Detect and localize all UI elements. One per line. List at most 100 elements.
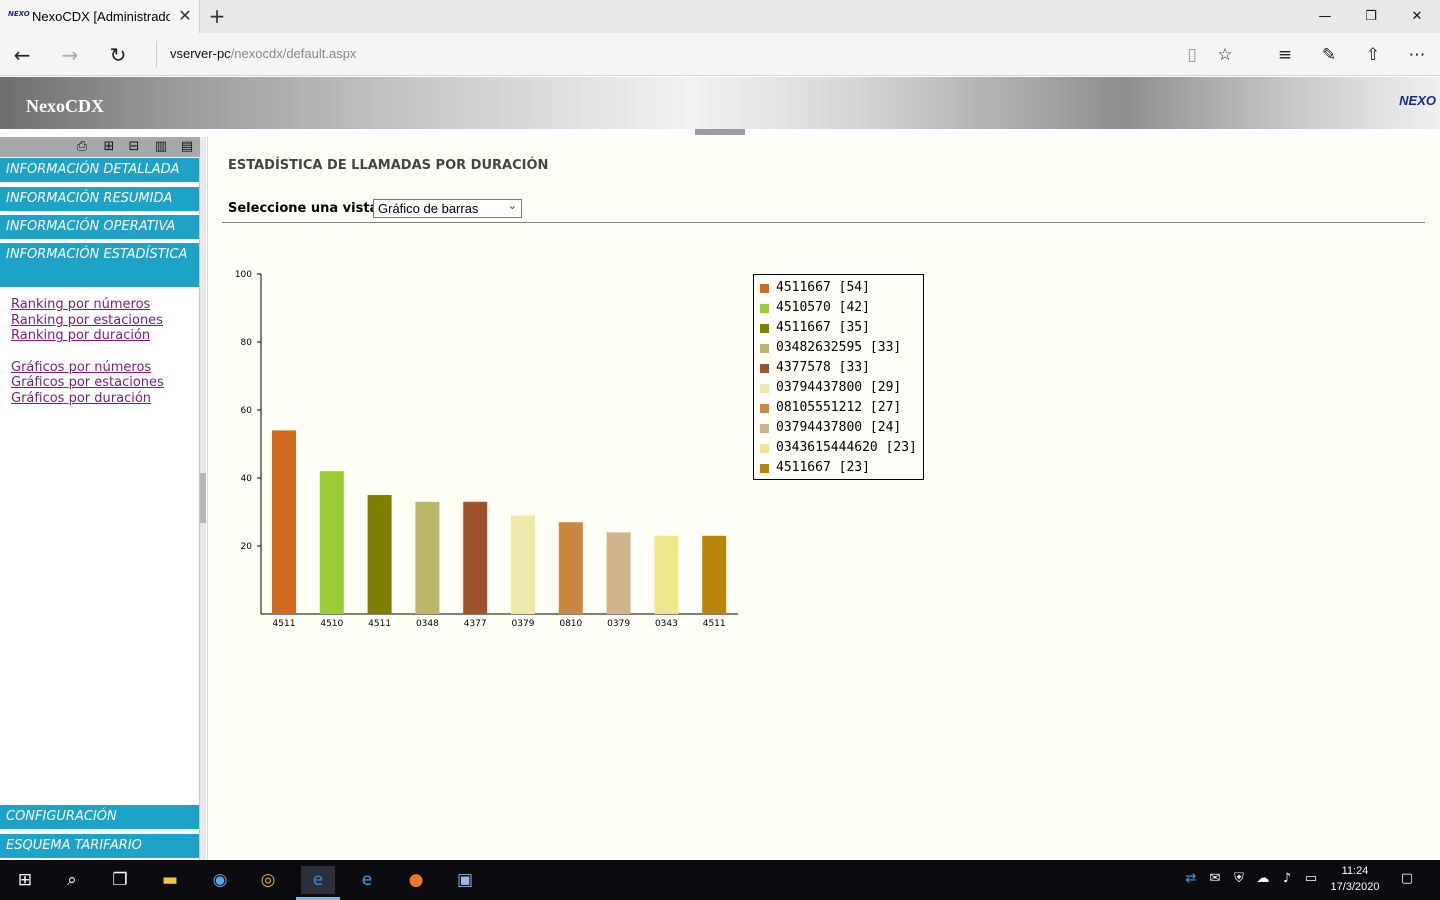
book-icon[interactable]: ▥ xyxy=(151,138,171,156)
chart-legend: 4511667 [54] 4510570 [42] 4511667 [35] 0348… xyxy=(753,274,924,480)
legend-swatch xyxy=(760,344,769,353)
notifications-icon[interactable]: ▢ xyxy=(1398,871,1416,889)
x-tick-label: 4511 xyxy=(368,619,391,629)
link-ranking-duracion[interactable]: Ranking por duración xyxy=(11,328,150,343)
mail-app-icon[interactable]: ◉ xyxy=(203,866,237,894)
sidebar-scrollbar-thumb[interactable] xyxy=(200,473,206,523)
start-icon[interactable]: ⊞ xyxy=(8,866,42,894)
hub-icon[interactable]: ≡ xyxy=(1272,42,1298,68)
legend-swatch xyxy=(760,404,769,413)
y-tick-label: 60 xyxy=(241,406,253,416)
tab-title: NexoCDX [Administrador] xyxy=(32,9,170,24)
teamviewer-icon[interactable]: ⇄ xyxy=(1182,871,1200,889)
nexo-logo: NEXO xyxy=(1399,93,1436,108)
link-ranking-numeros[interactable]: Ranking por números xyxy=(11,297,150,312)
legend-label: 03794437800 [29] xyxy=(776,380,902,395)
share-icon[interactable]: ⇧ xyxy=(1360,42,1386,68)
url-path: /nexocdx/default.aspx xyxy=(230,46,357,61)
tab-close-icon[interactable]: ✕ xyxy=(176,6,194,26)
legend-label: 4511667 [54] xyxy=(776,280,870,295)
bar xyxy=(511,515,535,614)
legend-swatch xyxy=(760,464,769,473)
network-tray-icon[interactable]: ▭ xyxy=(1302,871,1320,889)
sidebar-item-esquema-tarifario[interactable]: ESQUEMA TARIFARIO xyxy=(0,834,199,859)
mail-tray-icon[interactable]: ✉ xyxy=(1206,871,1224,889)
reading-view-icon[interactable]: ▯ xyxy=(1179,42,1205,68)
legend-label: 4377578 [33] xyxy=(776,360,870,375)
back-icon[interactable]: ← xyxy=(8,41,36,69)
clock-date: 17/3/2020 xyxy=(1330,881,1380,893)
legend-label: 4511667 [35] xyxy=(776,320,870,335)
app-header: NexoCDX NEXO xyxy=(0,77,1440,129)
bar xyxy=(654,535,679,614)
link-graficos-estaciones[interactable]: Gráficos por estaciones xyxy=(11,375,164,390)
more-icon[interactable]: ⋯ xyxy=(1404,42,1430,68)
legend-swatch xyxy=(760,424,769,433)
edge-icon[interactable]: e xyxy=(301,866,335,894)
favorite-star-icon[interactable]: ☆ xyxy=(1212,42,1238,68)
notes-icon[interactable]: ▤ xyxy=(177,138,197,156)
sidebar-item-informacion-estadistica[interactable]: INFORMACIÓN ESTADÍSTICA xyxy=(0,243,199,288)
firefox-icon[interactable]: ● xyxy=(399,866,433,894)
network-app-icon[interactable]: ▣ xyxy=(448,866,482,894)
legend-swatch xyxy=(760,384,769,393)
web-note-icon[interactable]: ✎ xyxy=(1316,42,1342,68)
url-separator xyxy=(156,41,157,67)
print-icon[interactable]: ⎙ xyxy=(72,138,92,156)
taskbar: ⊞ ⌕ ❐ ▬ ◉ ◎ e e ● ▣ ⇄ ✉ ⛨ ☁ ♪ ▭ 11:24 17… xyxy=(0,860,1440,900)
sidebar-item-configuracion[interactable]: CONFIGURACIÓN xyxy=(0,805,199,830)
app-title: NexoCDX xyxy=(26,96,104,116)
bar xyxy=(319,471,344,614)
bar xyxy=(272,430,296,614)
x-tick-label: 4511 xyxy=(703,619,726,629)
url-field[interactable]: vserver-pc/nexocdx/default.aspx xyxy=(170,46,356,61)
chrome-icon[interactable]: ◎ xyxy=(251,866,285,894)
bar-chart: 20 40 60 80 100 4511 4510 4511 0348 4377 0379 0810 0… xyxy=(235,270,738,629)
x-tick-label: 0810 xyxy=(559,619,582,629)
forward-icon[interactable]: → xyxy=(56,41,84,69)
refresh-icon[interactable]: ↻ xyxy=(104,41,132,69)
sidebar: ⎙ ⊞ ⊟ ▥ ▤ INFORMACIÓN DETALLADA INFORMAC… xyxy=(0,137,200,860)
browser-tab[interactable]: NEXO NexoCDX [Administrador] ✕ xyxy=(0,0,200,33)
clock-time: 11:24 xyxy=(1341,865,1369,877)
expand-icon[interactable]: ⊞ xyxy=(99,138,119,156)
x-tick-label: 0379 xyxy=(512,619,535,629)
bar xyxy=(463,501,488,614)
close-window-icon[interactable]: ✕ xyxy=(1394,0,1440,33)
sidebar-item-informacion-detallada[interactable]: INFORMACIÓN DETALLADA xyxy=(0,158,199,183)
tab-strip: NEXO NexoCDX [Administrador] ✕ + — ❐ ✕ xyxy=(0,0,1440,33)
minimize-icon[interactable]: — xyxy=(1302,0,1348,33)
search-icon[interactable]: ⌕ xyxy=(55,866,89,894)
system-clock[interactable]: 11:24 17/3/2020 xyxy=(1326,863,1384,895)
bar xyxy=(415,501,440,614)
sidebar-item-informacion-operativa[interactable]: INFORMACIÓN OPERATIVA xyxy=(0,215,199,240)
new-tab-icon[interactable]: + xyxy=(206,4,228,28)
y-tick-label: 40 xyxy=(241,474,253,484)
bar xyxy=(558,522,583,614)
main-content: ESTADÍSTICA DE LLAMADAS POR DURACIÓN Sel… xyxy=(207,137,1440,860)
defender-icon[interactable]: ⛨ xyxy=(1230,871,1248,889)
link-ranking-estaciones[interactable]: Ranking por estaciones xyxy=(11,313,163,328)
internet-explorer-icon[interactable]: e xyxy=(350,866,384,894)
link-graficos-numeros[interactable]: Gráficos por números xyxy=(11,360,151,375)
sidebar-item-informacion-resumida[interactable]: INFORMACIÓN RESUMIDA xyxy=(0,187,199,212)
address-bar: ← → ↻ vserver-pc/nexocdx/default.aspx ▯ … xyxy=(0,33,1440,76)
x-tick-label: 4377 xyxy=(464,619,487,629)
y-tick-label: 20 xyxy=(241,542,253,552)
file-explorer-icon[interactable]: ▬ xyxy=(153,866,187,894)
frame-splitter-handle[interactable] xyxy=(695,129,745,135)
volume-icon[interactable]: ♪ xyxy=(1278,871,1296,889)
nexo-favicon-icon: NEXO xyxy=(8,10,30,18)
onedrive-icon[interactable]: ☁ xyxy=(1254,871,1272,889)
link-graficos-duracion[interactable]: Gráficos por duración xyxy=(11,391,151,406)
legend-swatch xyxy=(760,324,769,333)
collapse-icon[interactable]: ⊟ xyxy=(124,138,144,156)
restore-icon[interactable]: ❐ xyxy=(1348,0,1394,33)
task-view-icon[interactable]: ❐ xyxy=(103,866,137,894)
legend-label: 08105551212 [27] xyxy=(776,400,902,415)
y-tick-label: 80 xyxy=(241,338,253,348)
url-host: vserver-pc xyxy=(170,46,231,61)
x-tick-label: 0343 xyxy=(655,619,678,629)
legend-swatch xyxy=(760,284,769,293)
x-tick-label: 4510 xyxy=(320,619,343,629)
